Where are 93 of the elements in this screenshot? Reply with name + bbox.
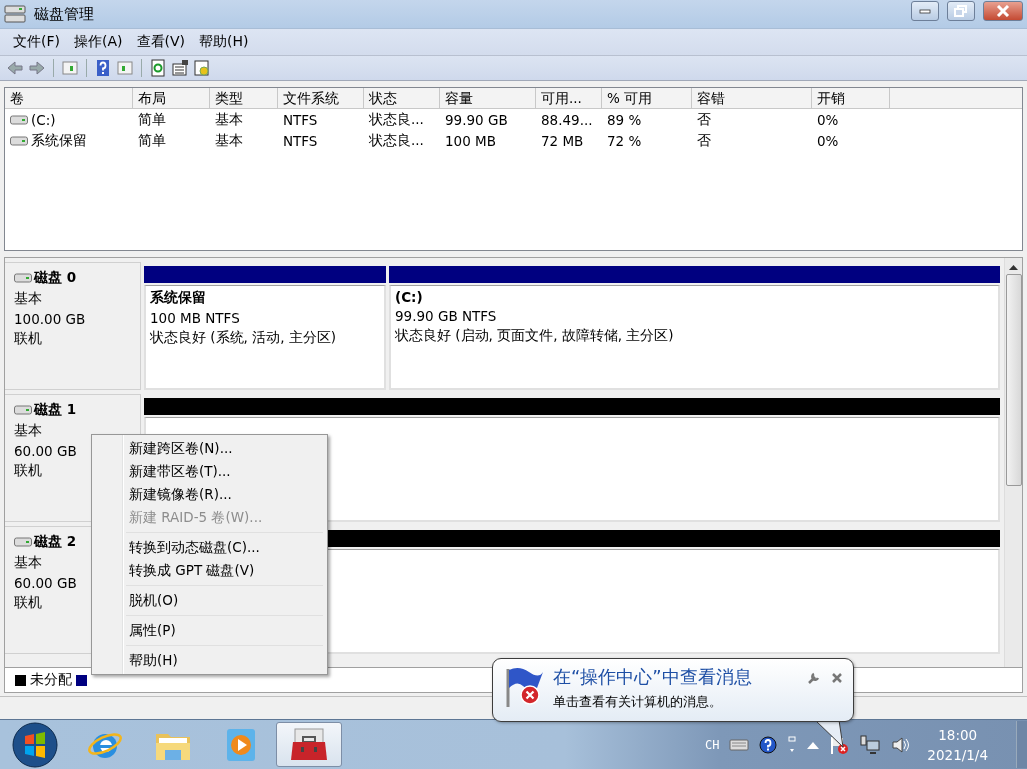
table-cell: 基本 (215, 110, 243, 129)
legend-label: 未分配 (30, 671, 72, 689)
pane-icon[interactable] (61, 59, 79, 77)
menu-item[interactable]: 属性(P) (94, 619, 325, 642)
scroll-up-icon[interactable] (1009, 264, 1018, 270)
menu-item[interactable]: 帮助(H) (192, 30, 256, 54)
menu-item[interactable]: 新建跨区卷(N)... (94, 437, 325, 460)
table-cell: 99.90 GB (445, 111, 508, 128)
table-cell: NTFS (283, 111, 318, 128)
refresh-icon[interactable] (149, 59, 167, 77)
table-cell: 否 (697, 131, 711, 150)
disk-status: 联机 (14, 330, 43, 348)
partition-status: 状态良好 (启动, 页面文件, 故障转储, 主分区) (395, 327, 675, 345)
menu-item[interactable]: 新建镜像卷(R)... (94, 483, 325, 506)
table-cell: 88.49... (541, 111, 593, 128)
disk-type: 基本 (14, 554, 43, 572)
column-header[interactable]: % 可用 (602, 88, 692, 109)
partition-area[interactable]: (C:) 99.90 GB NTFS 状态良好 (启动, 页面文件, 故障转储, 主分区) (389, 285, 1000, 390)
disk-size: 100.00 GB (14, 311, 87, 327)
restore-icon (954, 5, 968, 17)
column-header[interactable]: 类型 (210, 88, 278, 109)
disk-size: 60.00 GB (14, 443, 78, 459)
minimize-button[interactable] (911, 1, 939, 21)
disk-name: 磁盘 2 (34, 533, 77, 551)
partition-title: (C:) (395, 289, 424, 305)
table-cell: 简单 (138, 110, 166, 129)
table-cell: (C:) (31, 111, 56, 128)
help-icon[interactable] (759, 735, 778, 754)
column-header[interactable]: 状态 (364, 88, 440, 109)
partition-size: 100 MB NTFS (150, 310, 241, 326)
close-button[interactable] (983, 1, 1023, 21)
table-cell: 100 MB (445, 132, 496, 149)
partition-size: 99.90 GB NTFS (395, 308, 498, 324)
media-player-icon (224, 726, 258, 763)
network-icon[interactable] (859, 734, 882, 755)
speaker-icon[interactable] (891, 734, 912, 755)
disk-size: 60.00 GB (14, 575, 78, 591)
show-hidden-icons-icon[interactable] (807, 740, 820, 749)
restore-button[interactable] (947, 1, 975, 21)
pane-icon[interactable] (116, 59, 134, 77)
partition-status: 状态良好 (系统, 活动, 主分区) (150, 329, 337, 347)
menu-item[interactable]: 脱机(O) (94, 589, 325, 612)
start-button[interactable] (12, 721, 58, 768)
menu-item[interactable]: 转换到动态磁盘(C)... (94, 536, 325, 559)
disk-type: 基本 (14, 290, 43, 308)
menu-item[interactable]: 帮助(H) (94, 649, 325, 672)
column-header[interactable]: 布局 (133, 88, 210, 109)
disk-status: 联机 (14, 462, 43, 480)
properties-icon[interactable] (171, 59, 189, 77)
column-header[interactable]: 文件系统 (278, 88, 364, 109)
menu-item[interactable]: 查看(V) (129, 30, 192, 54)
table-cell: 简单 (138, 131, 166, 150)
disk-type: 基本 (14, 422, 43, 440)
wrench-icon[interactable] (807, 671, 821, 685)
table-cell: 系统保留 (31, 131, 87, 150)
disk-name: 磁盘 1 (34, 401, 77, 419)
table-cell: 72 % (607, 132, 642, 149)
window-title: 磁盘管理 (34, 4, 95, 24)
partition-area[interactable]: 系统保留 100 MB NTFS 状态良好 (系统, 活动, 主分区) (144, 285, 386, 390)
table-cell: NTFS (283, 132, 318, 149)
minimize-icon (919, 8, 931, 14)
column-header[interactable]: 容量 (440, 88, 536, 109)
close-icon (996, 5, 1010, 17)
table-cell: 0% (817, 132, 839, 149)
back-arrow-icon[interactable] (6, 59, 24, 77)
menu-item[interactable]: 操作(A) (67, 30, 130, 54)
partition-title: 系统保留 (150, 289, 207, 307)
keyboard-icon[interactable] (729, 737, 750, 752)
forward-arrow-icon[interactable] (28, 59, 46, 77)
column-header[interactable]: 开销 (812, 88, 890, 109)
table-cell: 0% (817, 111, 839, 128)
column-header[interactable]: 容错 (692, 88, 812, 109)
table-cell: 状态良... (369, 110, 424, 129)
table-cell: 状态良... (369, 131, 424, 150)
menu-item[interactable]: 文件(F) (6, 30, 67, 54)
menu-item[interactable]: 新建带区卷(T)... (94, 460, 325, 483)
disk-status: 联机 (14, 594, 43, 612)
taskbar-app-button[interactable] (276, 722, 342, 767)
menu-item[interactable]: 转换成 GPT 磁盘(V) (94, 559, 325, 582)
column-header[interactable]: 卷 (5, 88, 133, 109)
disk-management-icon (4, 4, 26, 24)
toolbox-icon (289, 726, 329, 763)
notification-balloon[interactable]: 在“操作中心”中查看消息 单击查看有关计算机的消息。 (492, 658, 854, 722)
column-header[interactable]: 可用... (536, 88, 602, 109)
table-cell: 基本 (215, 131, 243, 150)
close-icon[interactable] (831, 672, 843, 684)
table-cell: 否 (697, 110, 711, 129)
table-cell: 72 MB (541, 132, 584, 149)
scrollbar[interactable] (1004, 258, 1022, 667)
table-cell: 89 % (607, 111, 642, 128)
disk-name: 磁盘 0 (34, 269, 77, 287)
notification-title: 在“操作中心”中查看消息 (553, 665, 753, 689)
notification-body: 单击查看有关计算机的消息。 (553, 693, 723, 711)
